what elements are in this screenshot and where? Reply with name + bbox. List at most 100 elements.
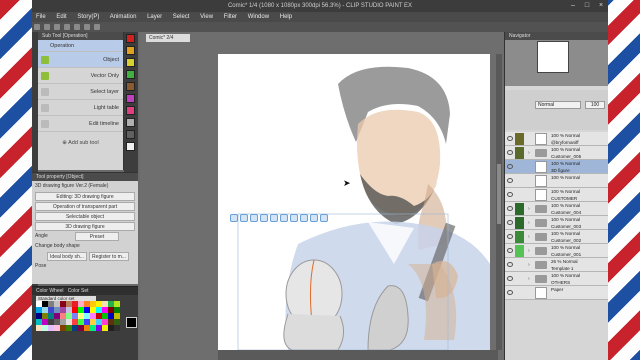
subtool-item-object[interactable]: Object — [38, 52, 123, 68]
eye-icon[interactable] — [507, 248, 513, 253]
menu-layer[interactable]: Layer — [147, 14, 162, 20]
transform-icon[interactable] — [94, 24, 100, 30]
expand-icon[interactable]: › — [528, 206, 530, 212]
document-tab[interactable]: Comic* 2/4 — [146, 34, 190, 42]
subtool-item-vector-only[interactable]: Vector Only — [38, 68, 123, 84]
brown-swatch-icon[interactable] — [126, 82, 135, 91]
minimize-icon[interactable]: – — [566, 0, 580, 12]
vector-icon — [41, 72, 49, 80]
yellow-swatch-icon[interactable] — [126, 58, 135, 67]
eye-icon[interactable] — [507, 192, 513, 197]
rotate-y-icon[interactable] — [300, 214, 308, 222]
eye-icon[interactable] — [507, 220, 513, 225]
move-camera-icon[interactable] — [230, 214, 238, 222]
menu-window[interactable]: Window — [248, 14, 269, 20]
opacity-field[interactable]: 100 — [585, 101, 605, 109]
layer-row[interactable]: 100 % Normal — [505, 174, 608, 188]
layer-name: CUSTOMER — [551, 196, 578, 201]
pan-icon[interactable] — [240, 214, 248, 222]
eye-icon[interactable] — [507, 262, 513, 267]
vertical-scrollbar[interactable] — [496, 54, 502, 350]
angle-select[interactable]: Preset — [75, 232, 119, 241]
layer-row[interactable]: 100 % Normal @bryfornaniff — [505, 132, 608, 146]
layer-row[interactable]: Paper — [505, 286, 608, 300]
layer-mode: 100 % Normal — [551, 245, 581, 250]
layer-row[interactable]: › 26 % Normal Template 1 — [505, 258, 608, 272]
subtool-tab-operation[interactable]: Operation — [38, 40, 123, 52]
subtool-item-select-layer[interactable]: Select layer — [38, 84, 123, 100]
expand-icon[interactable]: › — [528, 220, 530, 226]
redo-icon[interactable] — [74, 24, 80, 30]
layer-row[interactable]: › 100 % Normal OTHERS — [505, 272, 608, 286]
layer-row[interactable]: › 100 % Normal Customer_001 — [505, 244, 608, 258]
white-swatch-icon[interactable] — [126, 142, 135, 151]
gray-swatch-icon[interactable] — [126, 118, 135, 127]
clear-icon[interactable] — [84, 24, 90, 30]
rotate-z-icon[interactable] — [280, 214, 288, 222]
menu-story[interactable]: Story(P) — [77, 14, 99, 20]
green-swatch-icon[interactable] — [126, 70, 135, 79]
color-set-tab[interactable]: Color Set — [68, 288, 89, 294]
layer-label: 100 % Normal Customer_003 — [551, 216, 581, 230]
open-icon[interactable] — [44, 24, 50, 30]
orange-swatch-icon[interactable] — [126, 46, 135, 55]
move-xy-icon[interactable] — [260, 214, 268, 222]
eye-icon[interactable] — [507, 178, 513, 183]
canvas-paper[interactable] — [218, 54, 490, 350]
eye-icon[interactable] — [507, 234, 513, 239]
subtool-item-edit-timeline[interactable]: Edit timeline — [38, 116, 123, 132]
menu-help[interactable]: Help — [280, 14, 292, 20]
menu-filter[interactable]: Filter — [224, 14, 237, 20]
eye-icon[interactable] — [507, 290, 513, 295]
menu-edit[interactable]: Edit — [56, 14, 66, 20]
layer-row[interactable]: › 100 % Normal Customer_004 — [505, 202, 608, 216]
expand-icon[interactable]: › — [528, 234, 530, 240]
blend-mode-select[interactable]: Normal — [535, 101, 581, 109]
layer-row[interactable]: 100 % Normal CUSTOMER — [505, 188, 608, 202]
eye-icon[interactable] — [507, 276, 513, 281]
maximize-icon[interactable]: □ — [580, 0, 594, 12]
eye-icon[interactable] — [507, 150, 513, 155]
eye-icon[interactable] — [507, 206, 513, 211]
navigator-thumbnail[interactable] — [537, 41, 569, 73]
main-color-icon[interactable] — [126, 317, 137, 328]
expand-icon[interactable]: › — [528, 150, 530, 156]
move-xz-icon[interactable] — [270, 214, 278, 222]
pink-swatch-icon[interactable] — [126, 106, 135, 115]
expand-icon[interactable]: › — [528, 248, 530, 254]
register-button[interactable]: Register to m... — [89, 252, 129, 261]
eye-icon[interactable] — [507, 136, 513, 141]
eye-icon[interactable] — [507, 164, 513, 169]
menu-select[interactable]: Select — [173, 14, 190, 20]
transparent-op-select[interactable]: Operation of transparent part — [35, 202, 135, 211]
ground-icon[interactable] — [320, 214, 328, 222]
color-swatch[interactable] — [114, 325, 120, 331]
layer-row[interactable]: › 100 % Normal Customer_003 — [505, 216, 608, 230]
expand-icon[interactable]: › — [528, 276, 530, 282]
layer-color-icon — [515, 231, 524, 243]
scroll-thumb[interactable] — [497, 164, 501, 224]
menu-view[interactable]: View — [200, 14, 213, 20]
layer-row[interactable]: 100 % Normal 3D figure — [505, 160, 608, 174]
layer-row[interactable]: › 100 % Normal Customer_005 — [505, 146, 608, 160]
rotate-icon[interactable] — [250, 214, 258, 222]
undo-icon[interactable] — [64, 24, 70, 30]
save-icon[interactable] — [54, 24, 60, 30]
magenta-swatch-icon[interactable] — [126, 94, 135, 103]
rotate-x-icon[interactable] — [290, 214, 298, 222]
color-wheel-tab[interactable]: Color Wheel — [36, 288, 64, 294]
red-swatch-icon[interactable] — [126, 34, 135, 43]
layer-row[interactable]: › 100 % Normal Customer_002 — [505, 230, 608, 244]
new-icon[interactable] — [34, 24, 40, 30]
dark-gray-swatch-icon[interactable] — [126, 130, 135, 139]
menu-file[interactable]: File — [36, 14, 46, 20]
subtool-item-light-table[interactable]: Light table — [38, 100, 123, 116]
expand-icon[interactable]: › — [528, 262, 530, 268]
scale-icon[interactable] — [310, 214, 318, 222]
figure-select[interactable]: 3D drawing figure — [35, 222, 135, 231]
selectable-object-select[interactable]: Selectable object — [35, 212, 135, 221]
menu-animation[interactable]: Animation — [110, 14, 137, 20]
ideal-body-button[interactable]: Ideal body sh... — [47, 252, 87, 261]
close-icon[interactable]: × — [594, 0, 608, 12]
add-subtool-button[interactable]: ⊕ Add sub tool — [38, 132, 123, 146]
